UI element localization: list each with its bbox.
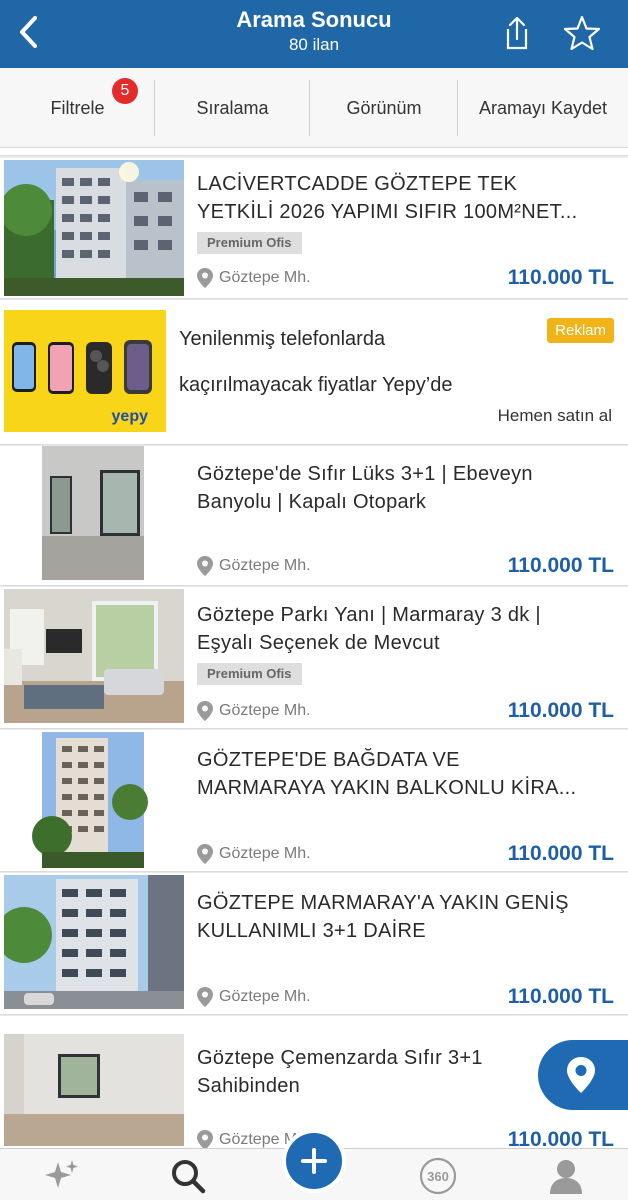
sort-button[interactable]: Sıralama [155,68,310,148]
premium-badge: Premium Ofis [197,232,302,254]
page-title: Arama Sonucu [236,7,392,32]
ad-image: yepy [4,310,166,432]
ad-brand-logo: yepy [111,408,148,425]
listing-photo [4,732,184,868]
location-text: Göztepe Mh. [219,702,311,719]
back-button[interactable] [8,10,48,54]
header-bar: Arama Sonucu 80 ilan [0,0,628,68]
plus-circle [286,1133,342,1189]
listing-title-line2: MARMARAYA YAKIN BALKONLU KİRA... [197,777,577,799]
listing-title-line2: KULLANIMLI 3+1 DAİRE [197,920,426,942]
listing-price: 110.000 TL [507,985,614,1008]
listing-price: 110.000 TL [507,554,614,577]
location-pin-icon [197,268,213,288]
ad-cta-link[interactable]: Hemen satın al [498,406,612,426]
listing-location: Göztepe Mh. [197,844,311,864]
360-label: 360 [427,1168,449,1184]
listing-title-line2: Eşyalı Seçenek de Mevcut [197,632,440,654]
listing-row[interactable]: LACİVERTCADDE GÖZTEPE TEK YETKİLİ 2026 Y… [0,158,628,299]
listing-price: 110.000 TL [507,699,614,722]
location-pin-icon [197,844,213,864]
listing-location: Göztepe Mh. [197,701,311,721]
ad-headline: Yenilenmiş telefonlarda [179,328,386,350]
ad-label-badge: Reklam [547,318,614,343]
share-button[interactable] [498,12,536,54]
tab-profile[interactable] [542,1155,590,1197]
listing-photo [4,875,184,1009]
filter-button[interactable]: Filtrele 5 [0,68,155,148]
star-icon [563,15,601,51]
listing-price: 110.000 TL [507,1128,614,1148]
listing-photo [4,160,184,296]
view-button[interactable]: Görünüm [310,68,458,148]
favorite-search-button[interactable] [560,12,604,54]
app-screen: Arama Sonucu 80 ilan Filtrele 5 Sıralama… [0,0,628,1200]
search-icon [172,1160,206,1194]
header-title-group: Arama Sonucu 80 ilan [140,6,488,56]
listing-row[interactable]: GÖZTEPE MARMARAY'A YAKIN GENİŞ KULLANIML… [0,873,628,1015]
listing-title-line1: LACİVERTCADDE GÖZTEPE TEK [197,173,518,195]
share-icon [506,16,528,50]
plus-icon [301,1148,327,1174]
location-text: Göztepe Mh. [219,269,311,286]
save-search-label: Aramayı Kaydet [478,97,608,118]
location-pin-icon [197,987,213,1007]
filter-toolbar: Filtrele 5 Sıralama Görünüm Aramayı Kayd… [0,68,628,148]
listing-photo [4,1034,184,1146]
listing-title[interactable]: LACİVERTCADDE GÖZTEPE TEK YETKİLİ 2026 Y… [197,170,617,226]
chevron-left-icon [20,16,37,48]
listing-row[interactable]: GÖZTEPE'DE BAĞDATA VE MARMARAYA YAKIN BA… [0,730,628,872]
listing-title[interactable]: GÖZTEPE'DE BAĞDATA VE MARMARAYA YAKIN BA… [197,746,617,802]
listing-title-line1: Göztepe'de Sıfır Lüks 3+1 | Ebeveyn [197,463,533,485]
listing-location: Göztepe Mh. [197,268,311,288]
listing-row[interactable]: Göztepe Parkı Yanı | Marmaray 3 dk | Eşy… [0,587,628,729]
bottom-tab-bar: 360 [0,1129,628,1200]
sparkle-icon [45,1160,78,1188]
listing-title-line1: Göztepe Parkı Yanı | Marmaray 3 dk | [197,604,541,626]
listing-title-line2: YETKİLİ 2026 YAPIMI SIFIR 100M²NET... [197,201,578,223]
listing-price: 110.000 TL [507,266,614,289]
listing-location: Göztepe Mh. [197,556,311,576]
filter-count-badge: 5 [112,78,138,104]
view-label: Görünüm [346,97,422,118]
listing-title-line1: GÖZTEPE MARMARAY'A YAKIN GENİŞ [197,892,569,914]
location-pin-icon [197,1130,213,1148]
tab-360[interactable]: 360 [414,1155,462,1197]
premium-badge: Premium Ofis [197,663,302,685]
location-text: Göztepe Mh. [219,988,311,1005]
listing-title[interactable]: Göztepe'de Sıfır Lüks 3+1 | Ebeveyn Bany… [197,460,617,516]
sort-label: Sıralama [196,97,269,118]
ad-banner[interactable]: yepy Yenilenmiş telefonlarda kaçırılmaya… [0,300,628,445]
listing-photo [4,446,184,580]
location-pin-icon [197,556,213,576]
post-listing-button[interactable] [282,1129,346,1193]
listing-title[interactable]: GÖZTEPE MARMARAY'A YAKIN GENİŞ KULLANIML… [197,889,617,945]
listing-title-line2: Banyolu | Kapalı Otopark [197,491,427,513]
tab-showcase[interactable] [38,1155,86,1197]
profile-icon [550,1160,582,1194]
filter-label: Filtrele [50,97,105,118]
location-text: Göztepe Mh. [219,845,311,862]
map-pin-icon [567,1057,595,1093]
previous-listing-edge [0,148,628,156]
save-search-button[interactable]: Aramayı Kaydet [458,68,628,148]
listing-title[interactable]: Göztepe Parkı Yanı | Marmaray 3 dk | Eşy… [197,601,617,657]
map-view-button[interactable] [538,1040,628,1110]
listing-price: 110.000 TL [507,842,614,865]
ad-subheadline: kaçırılmayacak fiyatlar Yepy’de [179,374,453,396]
listing-photo [4,589,184,723]
location-text: Göztepe Mh. [219,557,311,574]
listing-list[interactable]: LACİVERTCADDE GÖZTEPE TEK YETKİLİ 2026 Y… [0,148,628,1148]
location-pin-icon [197,701,213,721]
listing-title-line1: GÖZTEPE'DE BAĞDATA VE [197,749,460,771]
listing-location: Göztepe Mh. [197,987,311,1007]
result-count: 80 ilan [288,35,340,54]
listing-row[interactable]: Göztepe'de Sıfır Lüks 3+1 | Ebeveyn Bany… [0,446,628,586]
tab-search[interactable] [164,1155,212,1197]
